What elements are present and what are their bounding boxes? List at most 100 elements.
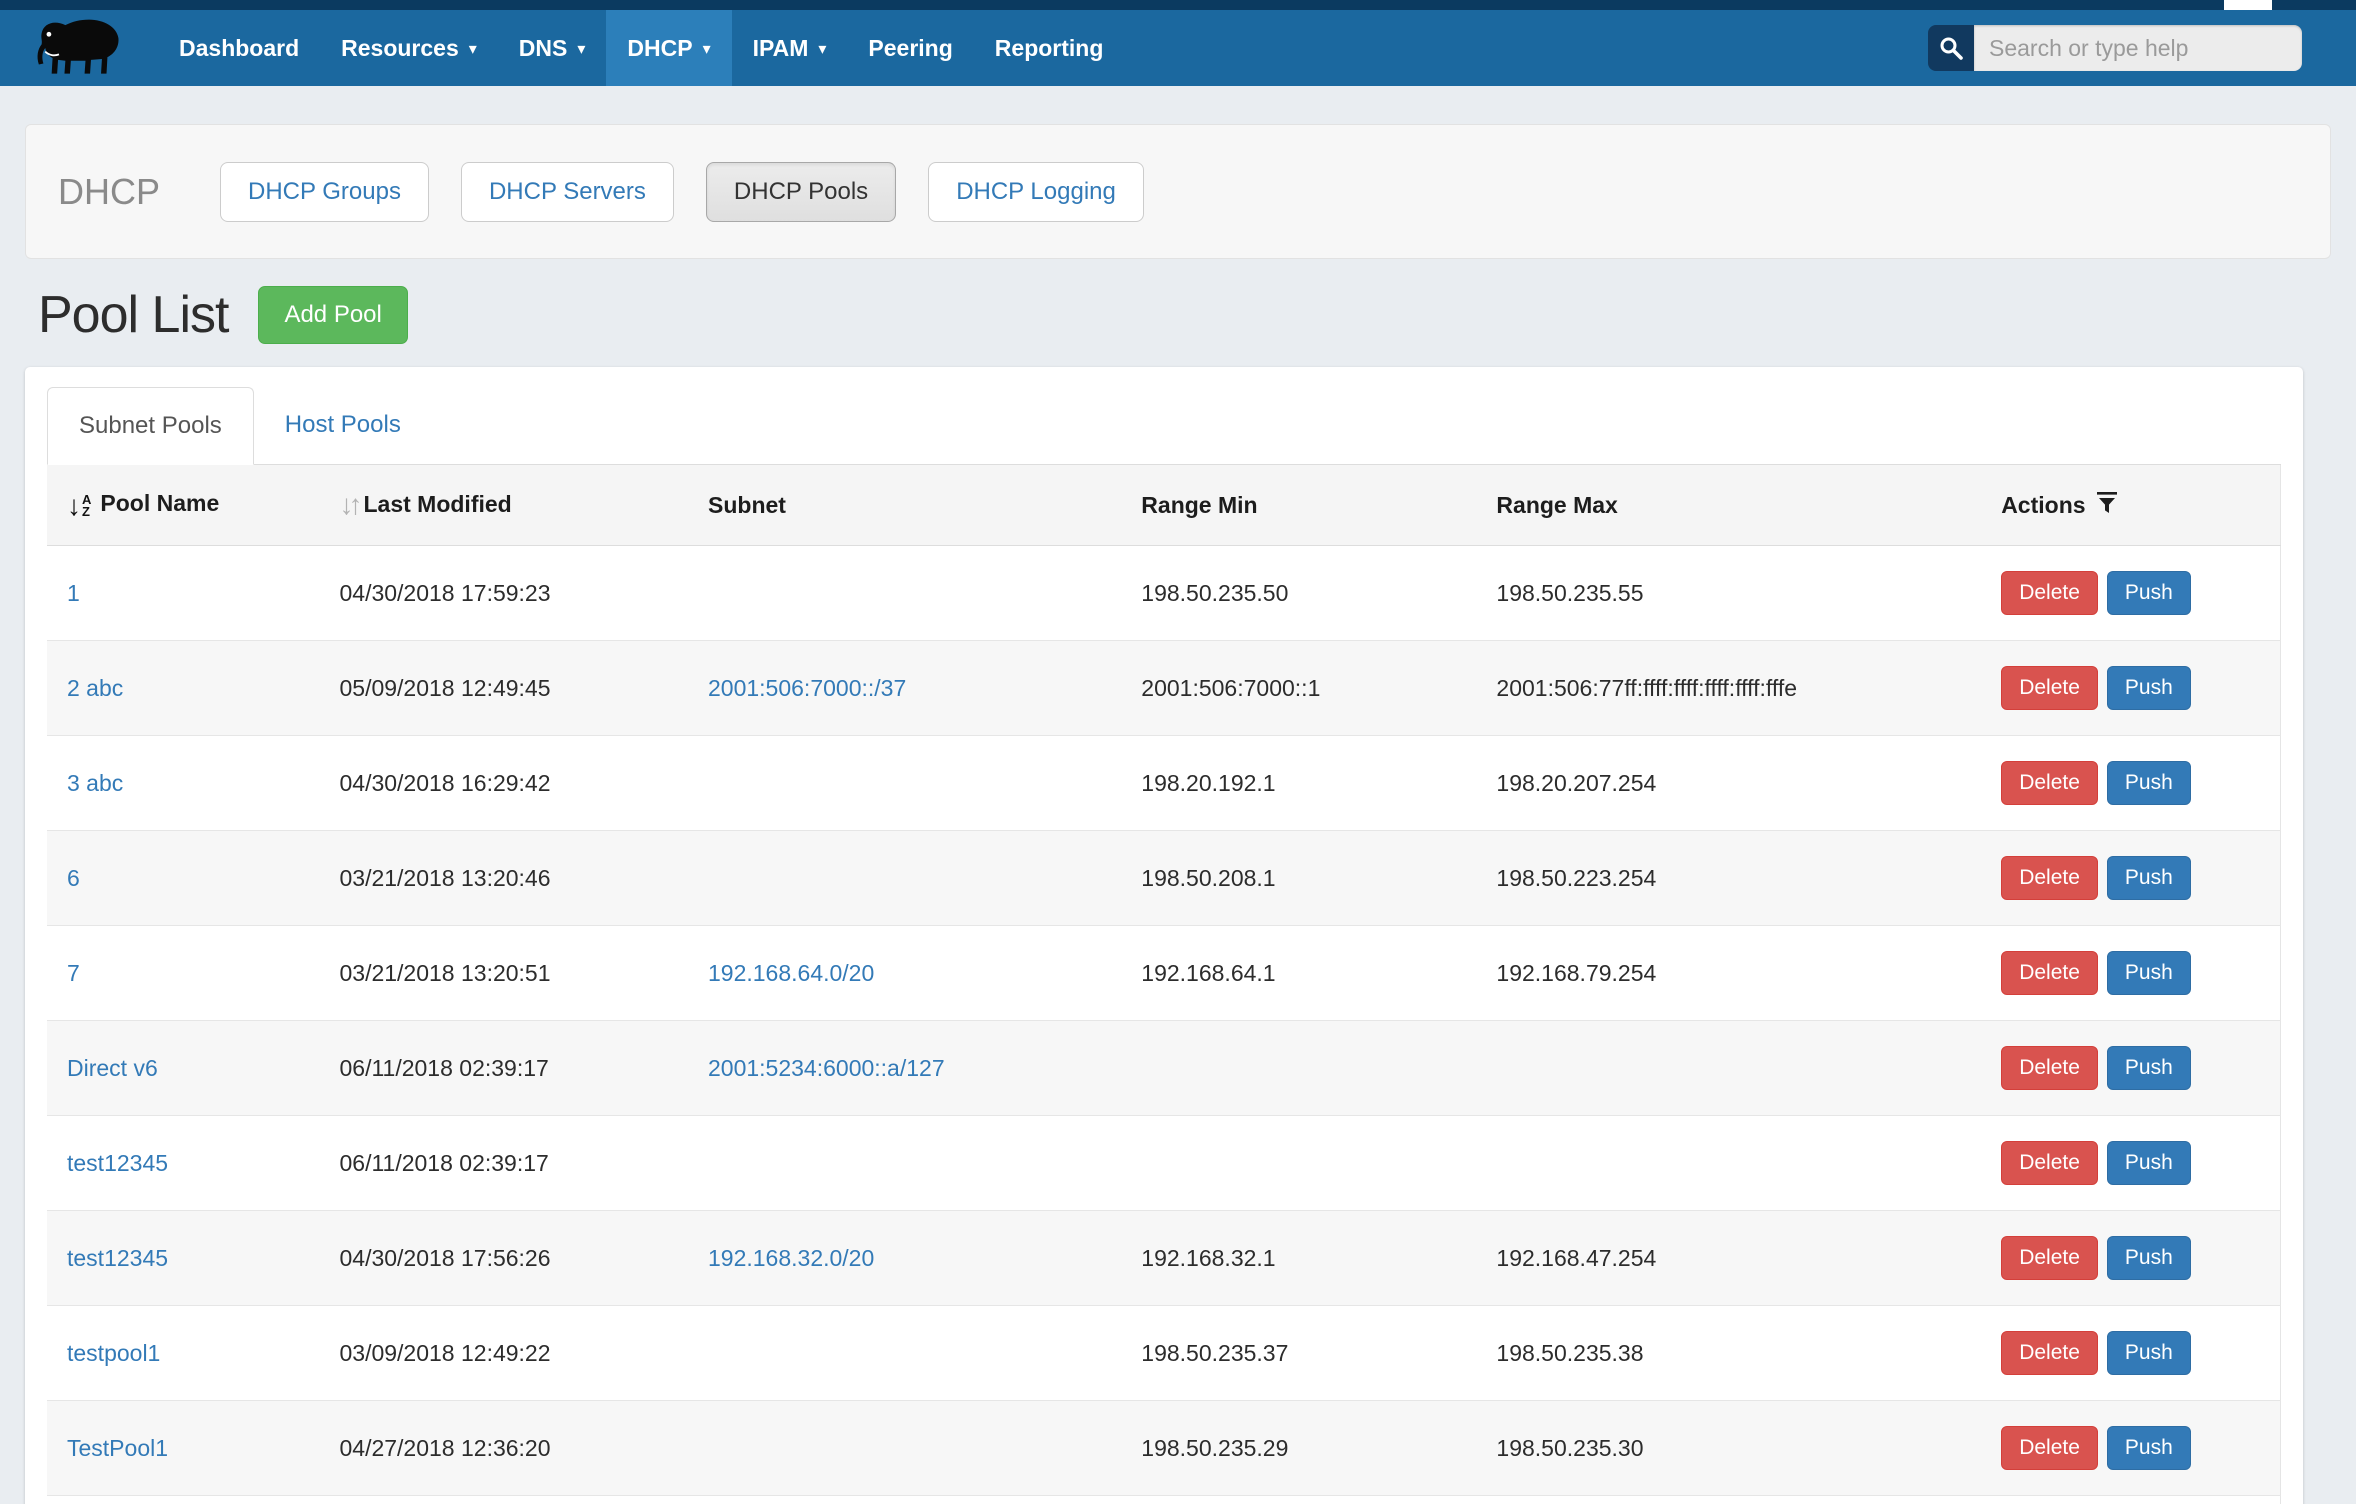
dhcp-tab-dhcp-groups[interactable]: DHCP Groups: [220, 162, 429, 222]
pool-name-link[interactable]: 6: [67, 865, 80, 891]
last-modified-cell: 03/21/2018 13:20:46: [319, 831, 688, 926]
pool-name-link[interactable]: 1: [67, 580, 80, 606]
nav-item-label: Reporting: [995, 35, 1104, 62]
subnet-cell: 2001:506:7000::/37: [688, 641, 1121, 736]
pool-name-cell: Direct v6: [47, 1021, 319, 1116]
actions-cell: DeletePush: [1981, 1306, 2280, 1401]
range-max-cell: 192.168.79.254: [1476, 926, 1981, 1021]
delete-button[interactable]: Delete: [2001, 1236, 2098, 1280]
dhcp-subnav-panel: DHCP DHCP GroupsDHCP ServersDHCP PoolsDH…: [25, 124, 2331, 259]
delete-button[interactable]: Delete: [2001, 571, 2098, 615]
push-button[interactable]: Push: [2107, 666, 2191, 710]
search-icon[interactable]: [1928, 25, 1974, 71]
subnet-link[interactable]: 2001:506:7000::/37: [708, 675, 906, 701]
dhcp-tab-dhcp-logging[interactable]: DHCP Logging: [928, 162, 1144, 222]
nav-item-label: IPAM: [753, 35, 809, 62]
filter-funnel-icon[interactable]: [2096, 491, 2118, 515]
pool-name-link[interactable]: testpool1: [67, 1340, 160, 1366]
last-modified-cell: 06/11/2018 02:39:17: [319, 1116, 688, 1211]
sort-letters: AZ: [82, 494, 91, 518]
push-button[interactable]: Push: [2107, 1046, 2191, 1090]
push-button[interactable]: Push: [2107, 951, 2191, 995]
actions-cell: DeletePush: [1981, 1496, 2280, 1504]
pool-list-header: Pool List Add Pool: [38, 285, 2331, 345]
pool-name-link[interactable]: 2 abc: [67, 675, 123, 701]
table-row: 3 abc04/30/2018 16:29:42198.20.192.1198.…: [47, 736, 2281, 831]
table-row: 6 03/21/2018 13:20:46 198.50.208.1198.50.2…: [47, 831, 2281, 926]
nav-item-resources[interactable]: Resources▾: [320, 10, 498, 86]
range-max-cell: 198.50.235.38: [1476, 1306, 1981, 1401]
sort-az-icon[interactable]: ↓AZ: [67, 492, 91, 520]
last-modified-cell: 04/30/2018 16:29:42: [319, 736, 688, 831]
column-header-actions: Actions: [1981, 465, 2280, 546]
sort-arrow: ↓: [67, 492, 81, 520]
tab-subnet-pools[interactable]: Subnet Pools: [47, 387, 254, 465]
delete-button[interactable]: Delete: [2001, 1331, 2098, 1375]
subnet-link[interactable]: 2001:5234:6000::a/127: [708, 1055, 945, 1081]
pool-name-link[interactable]: test12345: [67, 1150, 168, 1176]
delete-button[interactable]: Delete: [2001, 951, 2098, 995]
dhcp-subnav-buttons: DHCP Groups DHCP Servers DHCP Pools DHCP Lo…: [220, 162, 1176, 222]
range-min-cell: 198.50.208.1: [1121, 831, 1476, 926]
sort-updown-icon[interactable]: ↓↑: [339, 489, 357, 520]
push-button[interactable]: Push: [2107, 1141, 2191, 1185]
range-max-cell: 198.50.235.30: [1476, 1401, 1981, 1496]
column-header-pool-name[interactable]: ↓AZPool Name: [47, 465, 319, 546]
range-min-cell: 198.50.235.29: [1121, 1401, 1476, 1496]
pool-name-link[interactable]: TestPool1: [67, 1435, 168, 1461]
column-header-last-modified[interactable]: ↓↑Last Modified: [319, 465, 688, 546]
nav-item-reporting[interactable]: Reporting: [974, 10, 1125, 86]
pool-name-cell: TestPool2: [47, 1496, 319, 1504]
delete-button[interactable]: Delete: [2001, 761, 2098, 805]
pool-name-cell: test12345: [47, 1116, 319, 1211]
nav-item-dhcp[interactable]: DHCP▾: [606, 10, 731, 86]
delete-button[interactable]: Delete: [2001, 666, 2098, 710]
nav-item-dns[interactable]: DNS▾: [498, 10, 607, 86]
dhcp-tab-dhcp-servers[interactable]: DHCP Servers: [461, 162, 674, 222]
delete-button[interactable]: Delete: [2001, 1141, 2098, 1185]
pool-name-link[interactable]: test12345: [67, 1245, 168, 1271]
push-button[interactable]: Push: [2107, 1236, 2191, 1280]
column-header-range-min: Range Min: [1121, 465, 1476, 546]
range-min-cell: 192.168.32.1: [1121, 1211, 1476, 1306]
subnet-link[interactable]: 192.168.32.0/20: [708, 1245, 874, 1271]
top-strip: [0, 0, 2356, 10]
nav-item-ipam[interactable]: IPAM▾: [732, 10, 848, 86]
mammoth-logo-icon[interactable]: [28, 10, 132, 86]
push-button[interactable]: Push: [2107, 571, 2191, 615]
last-modified-cell: 04/27/2018 12:36:20: [319, 1401, 688, 1496]
delete-button[interactable]: Delete: [2001, 1046, 2098, 1090]
actions-cell: DeletePush: [1981, 546, 2280, 641]
table-row: TestPool205/11/2018 15:17:262001:5234:60…: [47, 1496, 2281, 1504]
pool-name-link[interactable]: 7: [67, 960, 80, 986]
pool-table: ↓AZPool Name↓↑Last ModifiedSubnetRange M…: [47, 465, 2281, 1504]
actions-cell: DeletePush: [1981, 1401, 2280, 1496]
dhcp-tab-dhcp-pools[interactable]: DHCP Pools: [706, 162, 896, 222]
global-search: [1928, 10, 2356, 86]
caret-down-icon: ▾: [469, 42, 477, 58]
column-header-label: Actions: [2001, 492, 2085, 518]
table-row: test1234504/30/2018 17:56:26192.168.32.0…: [47, 1211, 2281, 1306]
subnet-link[interactable]: 192.168.64.0/20: [708, 960, 874, 986]
nav-item-dashboard[interactable]: Dashboard: [158, 10, 320, 86]
subnet-cell: [688, 1306, 1121, 1401]
subnet-cell: 2001:5234:6000::1b/128: [688, 1496, 1121, 1504]
push-button[interactable]: Push: [2107, 761, 2191, 805]
tab-host-pools[interactable]: Host Pools: [254, 387, 432, 465]
pool-name-cell: 7: [47, 926, 319, 1021]
nav-item-peering[interactable]: Peering: [847, 10, 973, 86]
add-pool-button[interactable]: Add Pool: [258, 286, 407, 344]
pool-name-link[interactable]: Direct v6: [67, 1055, 158, 1081]
range-max-cell: 2001:506:77ff:ffff:ffff:ffff:ffff:fffe: [1476, 641, 1981, 736]
push-button[interactable]: Push: [2107, 1331, 2191, 1375]
delete-button[interactable]: Delete: [2001, 1426, 2098, 1470]
search-input[interactable]: [1974, 25, 2302, 71]
push-button[interactable]: Push: [2107, 856, 2191, 900]
range-max-cell: 198.50.223.254: [1476, 831, 1981, 926]
delete-button[interactable]: Delete: [2001, 856, 2098, 900]
sort-letter-z: Z: [82, 506, 91, 518]
pool-name-link[interactable]: 3 abc: [67, 770, 123, 796]
range-min-cell: 2001:506:7000::1: [1121, 641, 1476, 736]
push-button[interactable]: Push: [2107, 1426, 2191, 1470]
pool-name-cell: 3 abc: [47, 736, 319, 831]
